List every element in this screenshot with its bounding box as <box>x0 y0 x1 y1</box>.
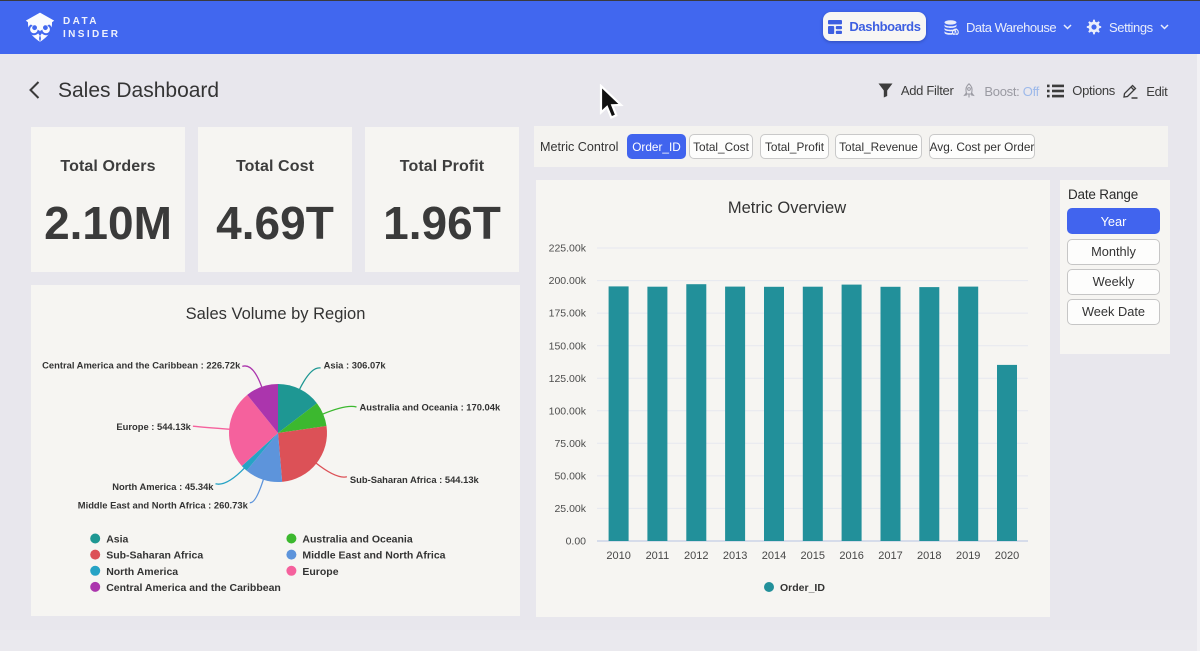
svg-text:2016: 2016 <box>839 550 863 562</box>
svg-text:Asia: Asia <box>106 534 128 546</box>
svg-text:100.00k: 100.00k <box>549 405 587 417</box>
svg-text:Central America and the Caribb: Central America and the Caribbean : 226.… <box>42 359 241 370</box>
svg-text:2011: 2011 <box>646 550 670 562</box>
svg-text:75.00k: 75.00k <box>554 438 586 450</box>
svg-text:2012: 2012 <box>684 550 708 562</box>
svg-text:2020: 2020 <box>995 550 1019 562</box>
svg-text:North America: North America <box>106 566 178 578</box>
svg-text:200.00k: 200.00k <box>549 275 587 287</box>
svg-text:Australia and Oceania: Australia and Oceania <box>302 534 412 546</box>
svg-text:Europe: Europe <box>302 566 338 578</box>
svg-text:North America : 45.34k: North America : 45.34k <box>112 481 214 492</box>
svg-text:225.00k: 225.00k <box>549 243 587 255</box>
svg-text:Middle East and North Africa: Middle East and North Africa <box>302 550 445 562</box>
svg-text:2014: 2014 <box>762 550 786 562</box>
svg-text:2019: 2019 <box>956 550 980 562</box>
svg-text:2015: 2015 <box>801 550 825 562</box>
svg-text:Middle East and North Africa :: Middle East and North Africa : 260.73k <box>78 500 249 511</box>
svg-text:175.00k: 175.00k <box>549 308 587 320</box>
svg-text:2017: 2017 <box>878 550 902 562</box>
svg-text:2010: 2010 <box>606 550 630 562</box>
svg-text:Central America and the Caribb: Central America and the Caribbean <box>106 582 281 594</box>
svg-text:Order_ID: Order_ID <box>780 582 825 594</box>
svg-text:25.00k: 25.00k <box>554 503 586 515</box>
svg-text:2013: 2013 <box>723 550 747 562</box>
svg-text:0.00: 0.00 <box>566 536 587 548</box>
svg-text:50.00k: 50.00k <box>554 471 586 483</box>
svg-text:Australia and Oceania : 170.04: Australia and Oceania : 170.04k <box>360 401 501 412</box>
svg-text:125.00k: 125.00k <box>549 373 587 385</box>
svg-text:Europe : 544.13k: Europe : 544.13k <box>116 421 191 432</box>
svg-text:Sub-Saharan Africa : 544.13k: Sub-Saharan Africa : 544.13k <box>350 474 480 485</box>
svg-text:150.00k: 150.00k <box>549 340 587 352</box>
svg-text:2018: 2018 <box>917 550 941 562</box>
svg-text:Sub-Saharan Africa: Sub-Saharan Africa <box>106 550 203 562</box>
svg-text:Asia : 306.07k: Asia : 306.07k <box>324 359 387 370</box>
